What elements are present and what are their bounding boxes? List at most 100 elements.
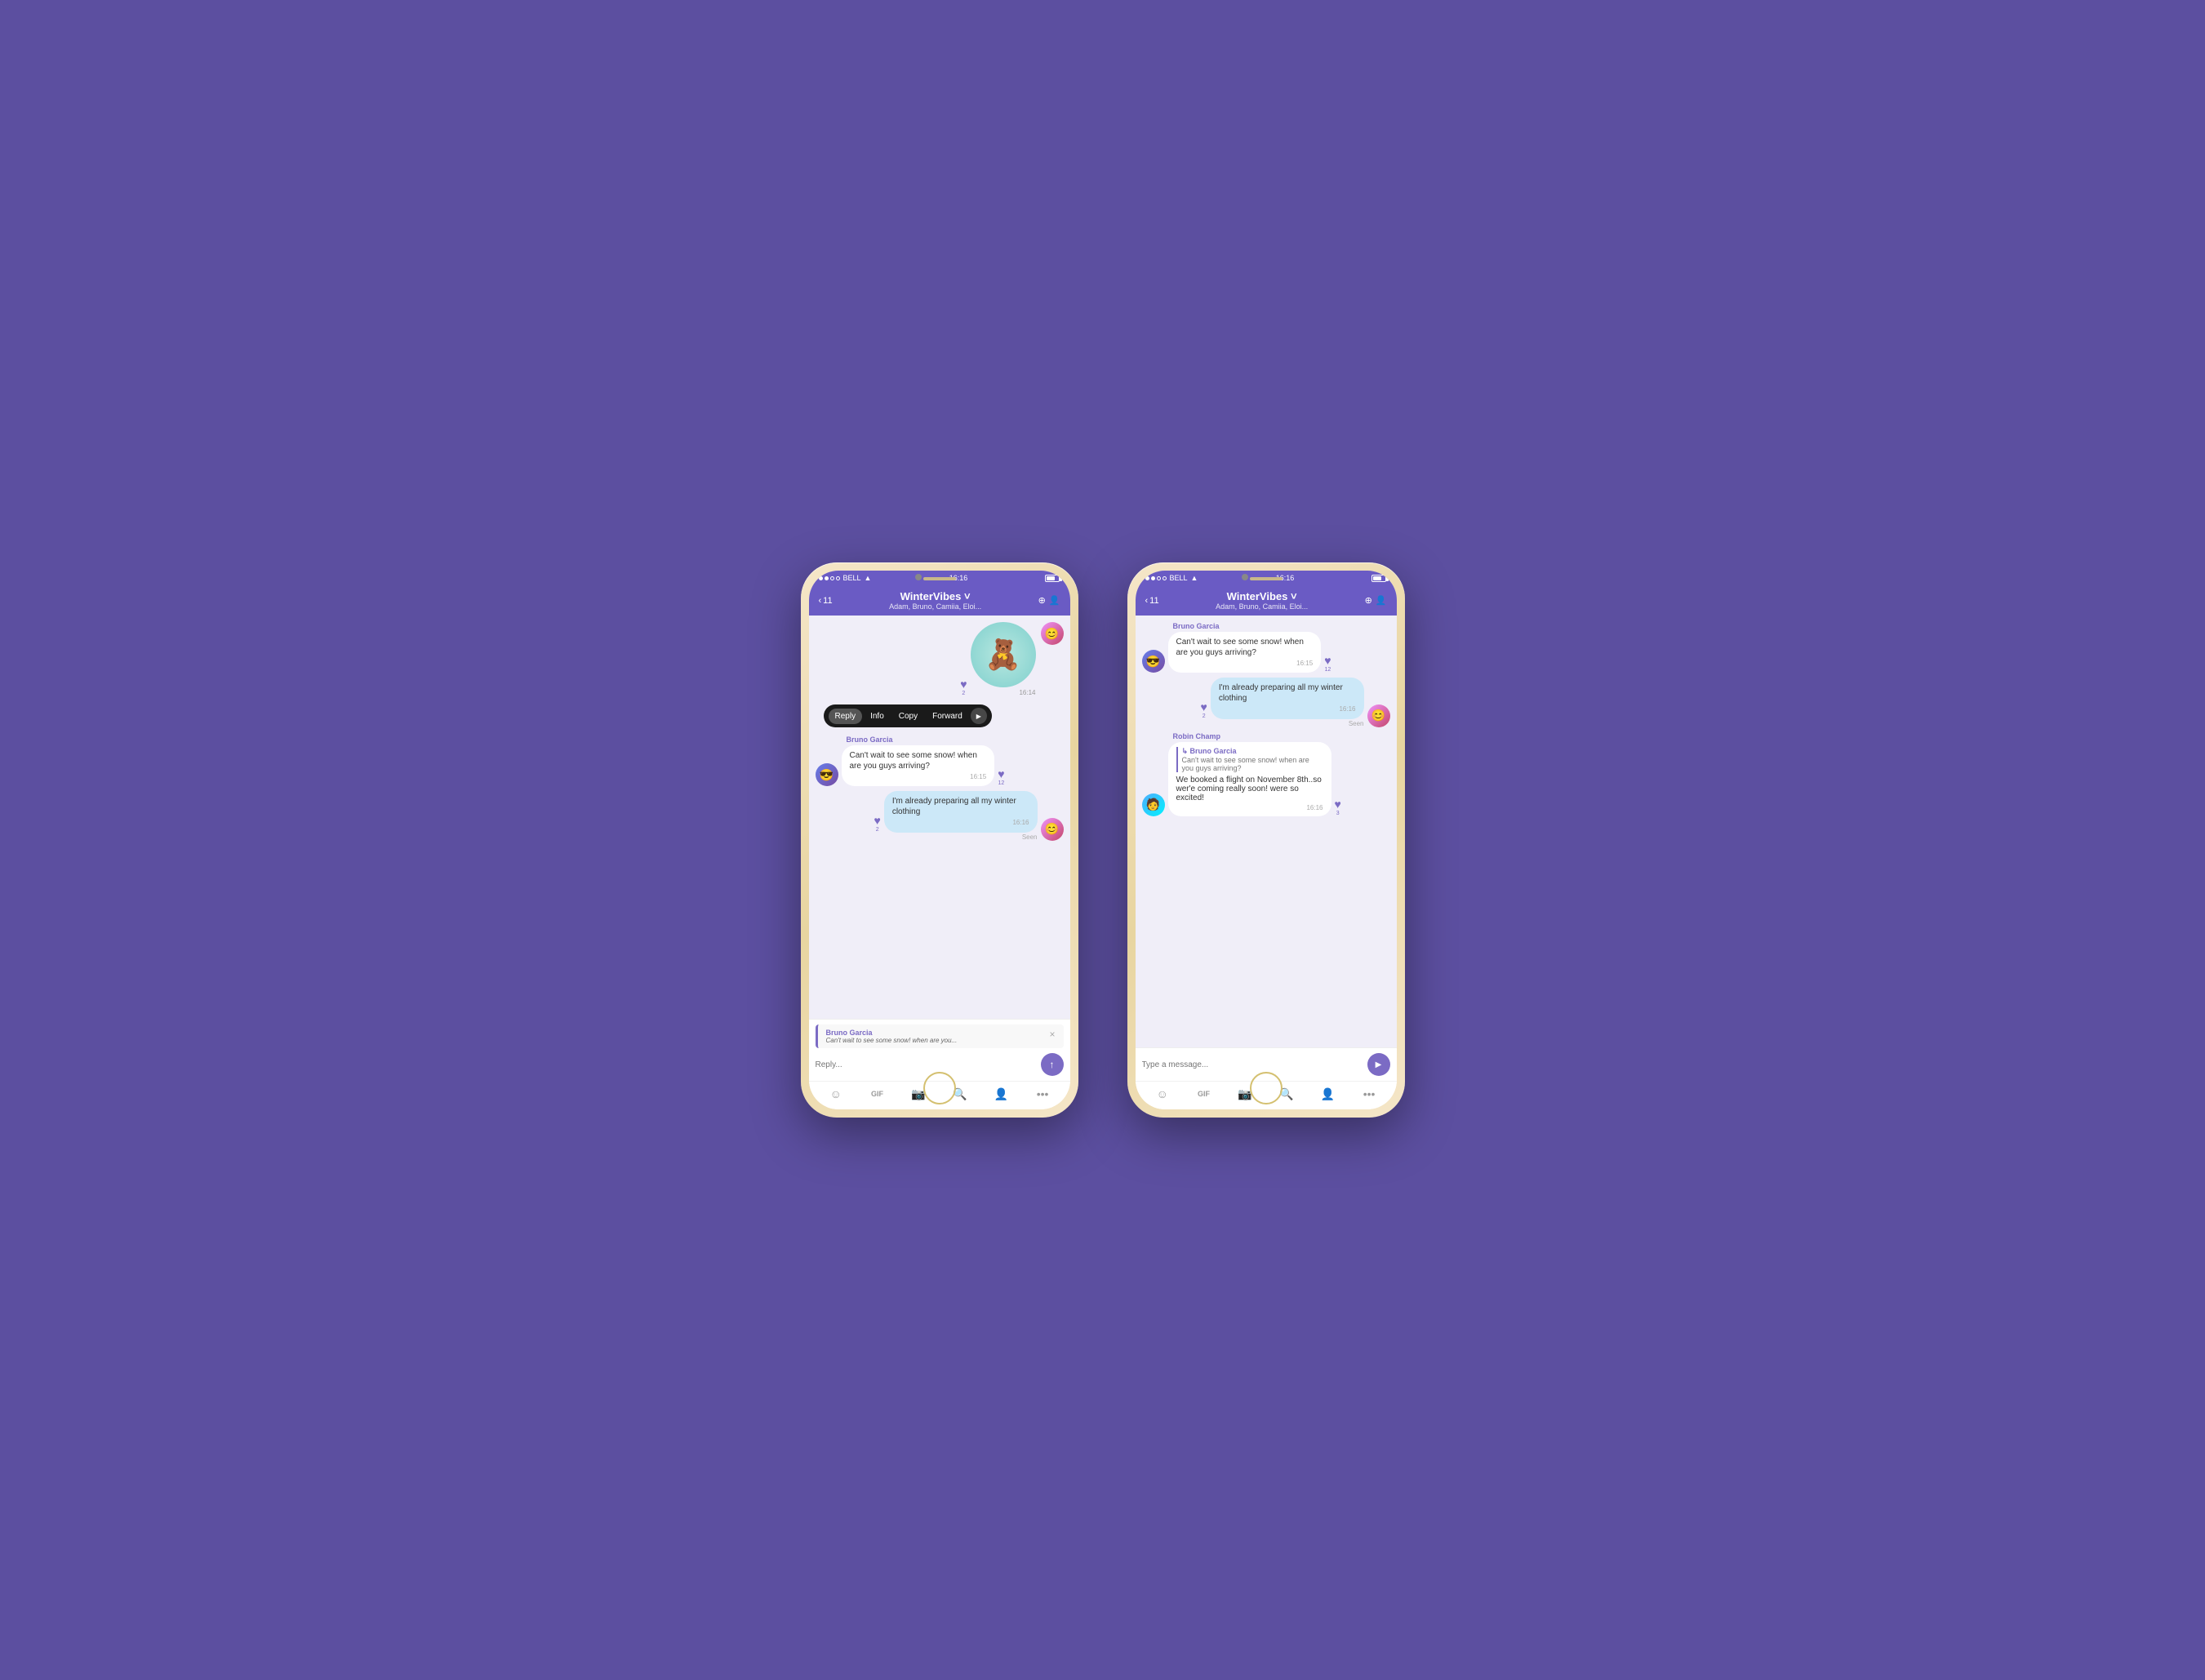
message-row-bruno-right: 😎 Bruno Garcia Can't wait to see some sn…: [1142, 622, 1390, 673]
more-icon-left[interactable]: •••: [1034, 1085, 1051, 1103]
sticker-heart-count: 2: [962, 691, 965, 696]
battery-right: [1371, 575, 1386, 582]
heart-outgoing-left[interactable]: ♥ 2: [874, 814, 881, 833]
avatar-user-right: 😊: [1367, 704, 1390, 727]
person-icon-right: 👤: [1376, 595, 1387, 606]
context-copy[interactable]: Copy: [892, 709, 924, 724]
add-contact-icon-right: ⊕: [1365, 595, 1372, 606]
heart-count-robin: 3: [1336, 811, 1340, 816]
time-left: 16:16: [949, 574, 968, 582]
heart-count-bruno-right: 12: [1324, 667, 1331, 673]
signal-dot-r1: [1145, 576, 1149, 580]
gif-icon-left[interactable]: GIF: [868, 1085, 886, 1103]
reply-ref-sender: ↳ Bruno Garcia: [1182, 747, 1323, 756]
bubble-time-outgoing-right: 16:16: [1219, 705, 1356, 713]
sticker-heart[interactable]: ♥ 2: [960, 678, 967, 696]
context-play-icon[interactable]: ▶: [971, 708, 987, 724]
battery-left: [1045, 575, 1060, 582]
signal-dot-2: [825, 576, 829, 580]
signal-dot-r2: [1151, 576, 1155, 580]
signal-dot-4: [836, 576, 840, 580]
wifi-icon-left: ▲: [865, 574, 872, 582]
sticker-image: 🧸: [971, 622, 1036, 687]
heart-outgoing-right[interactable]: ♥ 2: [1201, 700, 1207, 719]
reply-reference: ↳ Bruno Garcia Can't wait to see some sn…: [1176, 747, 1323, 772]
heart-bruno-right[interactable]: ♥ 12: [1324, 654, 1331, 673]
sender-robin: Robin Champ: [1173, 732, 1341, 740]
wifi-icon-right: ▲: [1191, 574, 1198, 582]
bubble-time-bruno-right: 16:15: [1176, 660, 1314, 668]
avatar-user-left: 😊: [1041, 818, 1064, 841]
nav-bar-left: ‹ 11 WinterVibes ˅ Adam, Bruno, Camiia, …: [809, 585, 1070, 616]
status-bar-right: BELL ▲ 16:16: [1136, 571, 1397, 585]
add-contact-icon-left: ⊕: [1038, 595, 1046, 606]
person-icon-toolbar-left[interactable]: 👤: [992, 1085, 1010, 1103]
reply-quote: Bruno Garcia Can't wait to see some snow…: [816, 1024, 1064, 1048]
nav-back-left[interactable]: ‹ 11: [819, 596, 833, 606]
back-count-right: 11: [1149, 596, 1158, 606]
signal-dot-1: [819, 576, 823, 580]
nav-right-left[interactable]: ⊕ 👤: [1038, 595, 1060, 606]
avatar-robin: 🧑: [1142, 793, 1165, 816]
context-info[interactable]: Info: [864, 709, 891, 724]
nav-subtitle-left: Adam, Bruno, Camiia, Eloi...: [833, 602, 1038, 611]
sticker-icon-left[interactable]: ☺: [827, 1085, 845, 1103]
record-button-right[interactable]: ▶: [1367, 1053, 1390, 1076]
back-chevron-left: ‹: [819, 596, 822, 606]
chat-area-right: 😎 Bruno Garcia Can't wait to see some sn…: [1136, 616, 1397, 1047]
reply-ref-text: Can't wait to see some snow! when are yo…: [1182, 756, 1323, 772]
gif-icon-right[interactable]: GIF: [1194, 1085, 1212, 1103]
heart-bruno-left[interactable]: ♥ 12: [998, 767, 1004, 786]
back-chevron-right: ‹: [1145, 596, 1149, 606]
more-icon-right[interactable]: •••: [1360, 1085, 1378, 1103]
back-count-left: 11: [823, 596, 832, 606]
chat-area-left: ♥ 2 🧸 16:14 😊 Reply Info Copy: [809, 616, 1070, 1019]
send-button-left[interactable]: ↑: [1041, 1053, 1064, 1076]
bubble-robin: ↳ Bruno Garcia Can't wait to see some sn…: [1168, 742, 1331, 816]
nav-title-right: WinterVibes ˅: [1159, 590, 1365, 602]
message-row-outgoing-right: 😊 ♥ 2 I'm already preparing all my winte…: [1142, 678, 1390, 727]
sticker-icon-right[interactable]: ☺: [1154, 1085, 1171, 1103]
heart-count-outgoing-left: 2: [876, 827, 879, 833]
home-button-left[interactable]: [923, 1072, 956, 1104]
signal-dot-3: [830, 576, 834, 580]
nav-right-right[interactable]: ⊕ 👤: [1365, 595, 1387, 606]
context-menu: Reply Info Copy Forward ▶: [824, 704, 992, 727]
sticker-message: ♥ 2 🧸 16:14 😊: [816, 622, 1064, 696]
sender-bruno-right: Bruno Garcia: [1173, 622, 1331, 630]
message-row-bruno: 😎 Bruno Garcia Can't wait to see some sn…: [816, 736, 1064, 786]
phone-left: BELL ▲ 16:16 ‹ 11 WinterVibe: [801, 562, 1078, 1118]
message-row-outgoing-left: 😊 ♥ 2 I'm already preparing all my winte…: [816, 791, 1064, 840]
sticker-time: 16:14: [971, 689, 1036, 696]
context-forward[interactable]: Forward: [926, 709, 969, 724]
signal-dot-r3: [1157, 576, 1161, 580]
phone-right: BELL ▲ 16:16 ‹ 11 WinterVibe: [1127, 562, 1405, 1118]
avatar-bruno-right: 😎: [1142, 650, 1165, 673]
status-bar-left: BELL ▲ 16:16: [809, 571, 1070, 585]
nav-title-left: WinterVibes ˅: [833, 590, 1038, 602]
seen-text-left: Seen: [874, 833, 1038, 841]
heart-robin[interactable]: ♥ 3: [1335, 798, 1341, 816]
scene: BELL ▲ 16:16 ‹ 11 WinterVibe: [768, 530, 1438, 1150]
message-row-robin: 🧑 Robin Champ ↳ Bruno Garcia Can't wait …: [1142, 732, 1390, 816]
bubble-time-outgoing-left: 16:16: [892, 819, 1029, 827]
time-right: 16:16: [1276, 574, 1295, 582]
person-icon-toolbar-right[interactable]: 👤: [1318, 1085, 1336, 1103]
home-button-right[interactable]: [1250, 1072, 1283, 1104]
context-reply[interactable]: Reply: [829, 709, 863, 724]
carrier-left: BELL: [843, 574, 861, 582]
reply-input[interactable]: [816, 1060, 1036, 1069]
reply-close-btn[interactable]: ×: [1049, 1029, 1055, 1040]
nav-subtitle-right: Adam, Bruno, Camiia, Eloi...: [1159, 602, 1365, 611]
avatar-bruno-left: 😎: [816, 763, 838, 786]
signal-dot-r4: [1163, 576, 1167, 580]
nav-bar-right: ‹ 11 WinterVibes ˅ Adam, Bruno, Camiia, …: [1136, 585, 1397, 616]
heart-count-bruno-left: 12: [998, 780, 1004, 786]
robin-message-text: We booked a flight on November 8th..so w…: [1176, 776, 1323, 802]
nav-back-right[interactable]: ‹ 11: [1145, 596, 1159, 606]
message-input-right[interactable]: [1142, 1060, 1363, 1069]
seen-text-right: Seen: [1201, 720, 1364, 727]
heart-count-outgoing-right: 2: [1203, 713, 1206, 719]
bubble-outgoing-right: I'm already preparing all my winter clot…: [1211, 678, 1364, 718]
bubble-bruno-right: Can't wait to see some snow! when are yo…: [1168, 632, 1322, 673]
